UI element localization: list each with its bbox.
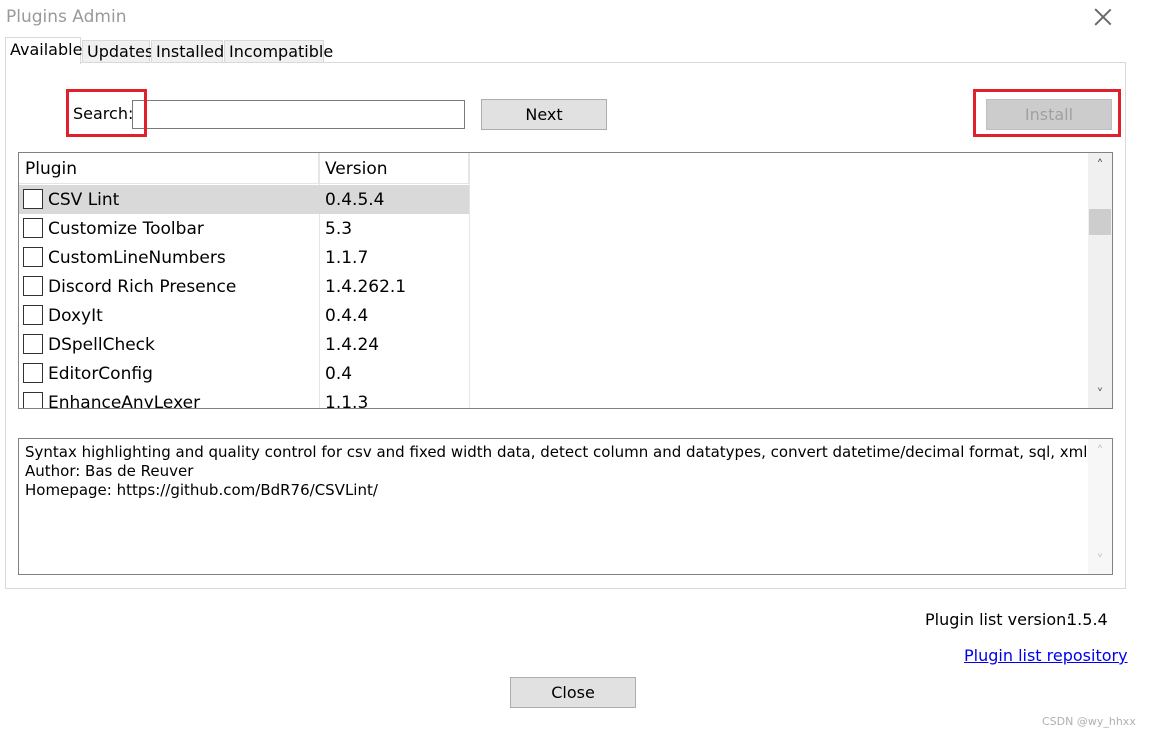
column-divider (469, 153, 470, 408)
plugin-name: DSpellCheck (48, 335, 155, 355)
description-scrollbar[interactable]: ˄ ˅ (1088, 439, 1112, 574)
plugin-version: 0.4.4 (325, 306, 369, 326)
column-header-version[interactable]: Version (319, 153, 469, 184)
plugin-checkbox[interactable] (23, 276, 43, 296)
plugin-checkbox[interactable] (23, 363, 43, 383)
plugin-row[interactable]: Discord Rich Presence 1.4.262.1 (19, 272, 469, 301)
search-label: Search: (73, 104, 134, 123)
plugin-version: 5.3 (325, 219, 353, 239)
plugin-checkbox[interactable] (23, 334, 43, 354)
plugin-version: 1.1.3 (325, 393, 369, 409)
plugin-name: EditorConfig (48, 364, 153, 384)
plugin-row[interactable]: EditorConfig 0.4 (19, 359, 469, 388)
scroll-down-icon[interactable]: ˅ (1088, 550, 1112, 572)
tab-incompatible[interactable]: Incompatible (224, 40, 333, 63)
plugin-version: 0.4 (325, 364, 353, 384)
list-header: Plugin Version (19, 153, 469, 184)
plugin-checkbox[interactable] (23, 392, 43, 408)
plugin-name: CustomLineNumbers (48, 248, 226, 268)
plugin-list[interactable]: Plugin Version CSV Lint 0.4.5.4 Customiz… (18, 152, 1113, 409)
list-scrollbar[interactable]: ˄ ˅ (1088, 153, 1112, 408)
tab-available[interactable]: Available (5, 37, 82, 64)
plugin-description[interactable]: Syntax highlighting and quality control … (18, 438, 1113, 575)
watermark: CSDN @wy_hhxx (1042, 715, 1136, 728)
plugin-row[interactable]: CustomLineNumbers 1.1.7 (19, 243, 469, 272)
plugin-version: 1.4.24 (325, 335, 380, 355)
description-line: Homepage: https://github.com/BdR76/CSVLi… (25, 481, 378, 499)
plugin-row[interactable]: DoxyIt 0.4.4 (19, 301, 469, 330)
tab-installed[interactable]: Installed (151, 40, 224, 63)
description-line: Syntax highlighting and quality control … (25, 443, 1088, 461)
plugin-row[interactable]: DSpellCheck 1.4.24 (19, 330, 469, 359)
plugin-version: 1.1.7 (325, 248, 369, 268)
plugin-row[interactable]: EnhanceAnyLexer 1.1.3 (19, 388, 469, 409)
plugin-version: 0.4.5.4 (325, 190, 385, 210)
scroll-down-icon[interactable]: ˅ (1088, 384, 1112, 406)
plugin-name: CSV Lint (48, 190, 120, 210)
window-title: Plugins Admin (6, 7, 127, 27)
install-button[interactable]: Install (986, 99, 1112, 130)
scroll-up-icon[interactable]: ˄ (1088, 441, 1112, 463)
tab-updates[interactable]: Updates (82, 40, 153, 63)
scroll-up-icon[interactable]: ˄ (1088, 155, 1112, 177)
plugin-name: DoxyIt (48, 306, 103, 326)
plugin-checkbox[interactable] (23, 189, 43, 209)
column-header-plugin[interactable]: Plugin (19, 153, 319, 184)
plugin-checkbox[interactable] (23, 218, 43, 238)
close-window-icon[interactable] (1092, 6, 1114, 28)
plugin-list-version-value: 1.5.4 (1067, 610, 1108, 629)
plugin-name: Customize Toolbar (48, 219, 204, 239)
next-button[interactable]: Next (481, 99, 607, 130)
scroll-thumb[interactable] (1089, 209, 1111, 235)
plugin-name: Discord Rich Presence (48, 277, 237, 297)
description-line: Author: Bas de Reuver (25, 462, 194, 480)
plugin-list-version-label: Plugin list version: (925, 610, 1072, 629)
plugin-list-repository-link[interactable]: Plugin list repository (964, 646, 1128, 665)
plugin-row[interactable]: Customize Toolbar 5.3 (19, 214, 469, 243)
plugin-checkbox[interactable] (23, 247, 43, 267)
plugin-version: 1.4.262.1 (325, 277, 407, 297)
plugin-row[interactable]: CSV Lint 0.4.5.4 (19, 185, 469, 214)
search-input[interactable] (132, 100, 465, 129)
close-button[interactable]: Close (510, 677, 636, 708)
plugin-name: EnhanceAnyLexer (48, 393, 201, 409)
plugin-checkbox[interactable] (23, 305, 43, 325)
